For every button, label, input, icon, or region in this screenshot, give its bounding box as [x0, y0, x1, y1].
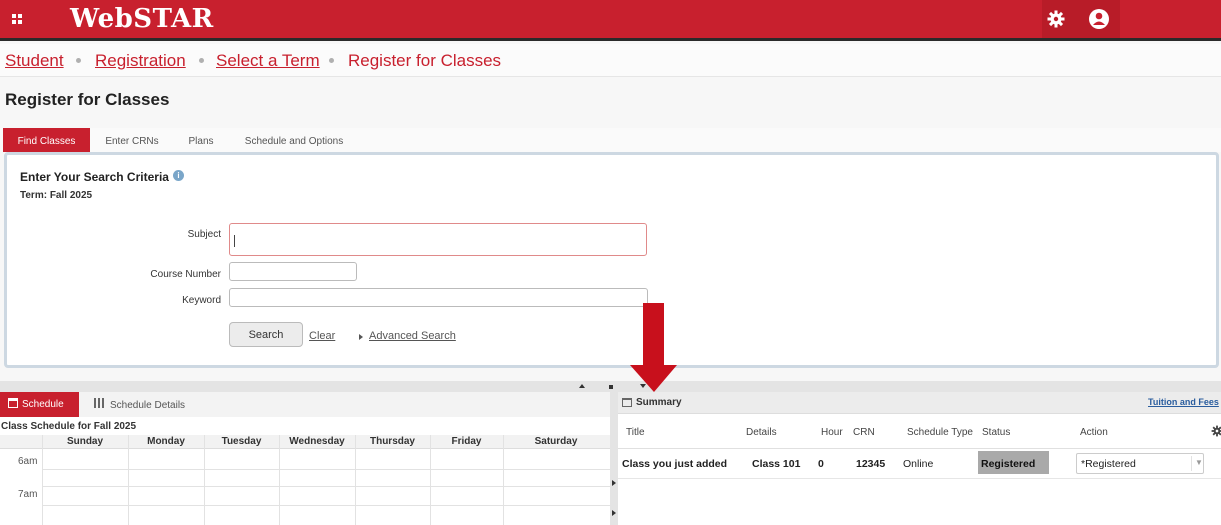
collapse-right-icon[interactable]	[612, 480, 616, 486]
action-select-value: *Registered	[1081, 458, 1136, 470]
collapse-right-icon[interactable]	[612, 510, 616, 516]
column-title[interactable]: Title	[626, 427, 645, 438]
grid-line	[279, 435, 280, 525]
advanced-search-link[interactable]: Advanced Search	[369, 330, 456, 342]
cell-title: Class you just added	[622, 458, 728, 470]
time-6am: 6am	[18, 456, 38, 467]
info-icon[interactable]: i	[173, 170, 184, 181]
grid-line	[503, 435, 504, 525]
keyword-label: Keyword	[182, 295, 221, 306]
row-divider	[618, 478, 1221, 479]
keyword-input[interactable]	[229, 288, 648, 307]
pane-splitter[interactable]	[610, 392, 618, 525]
action-select[interactable]: *Registered ▼	[1076, 453, 1204, 474]
breadcrumb-separator	[76, 58, 81, 63]
day-friday: Friday	[451, 436, 482, 447]
chevron-down-icon: ▼	[1195, 458, 1203, 467]
list-icon	[94, 398, 104, 408]
search-button[interactable]: Search	[229, 322, 303, 347]
breadcrumb-current: Register for Classes	[348, 51, 502, 70]
search-criteria-panel: Enter Your Search Criteria i Term: Fall …	[4, 152, 1219, 368]
summary-pane: Summary Tuition and Fees Title Details H…	[618, 392, 1221, 525]
column-status[interactable]: Status	[982, 427, 1010, 438]
grid-line	[355, 435, 356, 525]
tab-enter-crns[interactable]: Enter CRNs	[98, 128, 166, 152]
schedule-caption: Class Schedule for Fall 2025	[1, 421, 137, 432]
breadcrumb-registration[interactable]: Registration	[95, 51, 186, 71]
caret-right-icon	[359, 334, 363, 340]
column-details[interactable]: Details	[746, 427, 777, 438]
course-number-label: Course Number	[150, 269, 221, 280]
gear-icon[interactable]	[1211, 425, 1221, 437]
breadcrumb-separator	[199, 58, 204, 63]
tab-schedule[interactable]: Schedule	[0, 392, 79, 417]
breadcrumb-separator	[329, 58, 334, 63]
column-hour[interactable]: Hour	[821, 427, 843, 438]
cell-hour: 0	[818, 458, 824, 470]
panel-splitter[interactable]	[0, 381, 1221, 392]
row-divider	[618, 448, 1221, 449]
grid-icon[interactable]	[12, 14, 24, 26]
day-saturday: Saturday	[534, 436, 578, 447]
cell-crn: 12345	[856, 458, 886, 470]
restore-icon[interactable]	[609, 385, 613, 389]
breadcrumb-select-term[interactable]: Select a Term	[216, 51, 320, 71]
gear-icon[interactable]	[1046, 9, 1066, 29]
arrow-up-icon[interactable]	[579, 384, 585, 388]
tuition-and-fees-link[interactable]: Tuition and Fees	[1148, 397, 1219, 407]
column-crn[interactable]: CRN	[853, 427, 875, 438]
subject-label: Subject	[187, 229, 221, 240]
day-thursday: Thursday	[369, 436, 415, 447]
tab-schedule-label: Schedule	[22, 399, 64, 410]
grid-line	[430, 435, 431, 525]
grid-line	[42, 486, 610, 487]
search-criteria-title: Enter Your Search Criteria	[20, 170, 169, 184]
day-monday: Monday	[147, 436, 185, 447]
user-icon[interactable]	[1088, 8, 1110, 30]
summary-title: Summary	[636, 397, 682, 408]
column-schedule-type[interactable]: Schedule Type	[907, 427, 973, 438]
calendar-icon	[622, 398, 632, 407]
app-logo[interactable]: WebSTAR	[70, 4, 214, 34]
cell-details: Class 101	[752, 458, 801, 470]
breadcrumb-student[interactable]: Student	[5, 51, 64, 71]
breadcrumb: Student Registration Select a Term Regis…	[0, 44, 1221, 77]
grid-line	[204, 435, 205, 525]
arrow-down-annotation-icon	[630, 303, 677, 392]
grid-line	[42, 505, 610, 506]
day-sunday: Sunday	[66, 436, 104, 447]
top-navigation-bar: WebSTAR	[0, 0, 1221, 41]
clear-link[interactable]: Clear	[309, 330, 335, 342]
calendar-header: Sunday Monday Tuesday Wednesday Thursday…	[0, 435, 610, 449]
text-caret	[234, 235, 235, 247]
term-label: Term: Fall 2025	[20, 190, 93, 201]
day-wednesday: Wednesday	[289, 436, 345, 447]
grid-line	[42, 435, 43, 525]
tab-find-classes[interactable]: Find Classes	[3, 128, 90, 152]
registration-tabs: Find Classes Enter CRNs Plans Schedule a…	[0, 128, 1221, 152]
cell-schedule-type: Online	[903, 458, 934, 470]
schedule-pane: Schedule Schedule Details Class Schedule…	[0, 392, 610, 525]
course-number-input[interactable]	[229, 262, 357, 281]
grid-line	[128, 435, 129, 525]
summary-header: Summary Tuition and Fees	[618, 392, 1221, 414]
tab-schedule-and-options[interactable]: Schedule and Options	[238, 128, 350, 152]
tab-plans[interactable]: Plans	[180, 128, 222, 152]
time-7am: 7am	[18, 489, 38, 500]
select-divider	[1191, 456, 1192, 471]
page-title: Register for Classes	[5, 90, 170, 109]
day-tuesday: Tuesday	[221, 436, 262, 447]
status-badge: Registered	[978, 451, 1049, 474]
calendar-icon	[8, 398, 18, 408]
grid-line	[42, 469, 610, 470]
subject-input[interactable]	[229, 223, 647, 256]
column-action[interactable]: Action	[1080, 427, 1108, 438]
tab-schedule-details[interactable]: Schedule Details	[110, 400, 185, 411]
schedule-tabbar: Schedule Schedule Details	[0, 392, 610, 417]
